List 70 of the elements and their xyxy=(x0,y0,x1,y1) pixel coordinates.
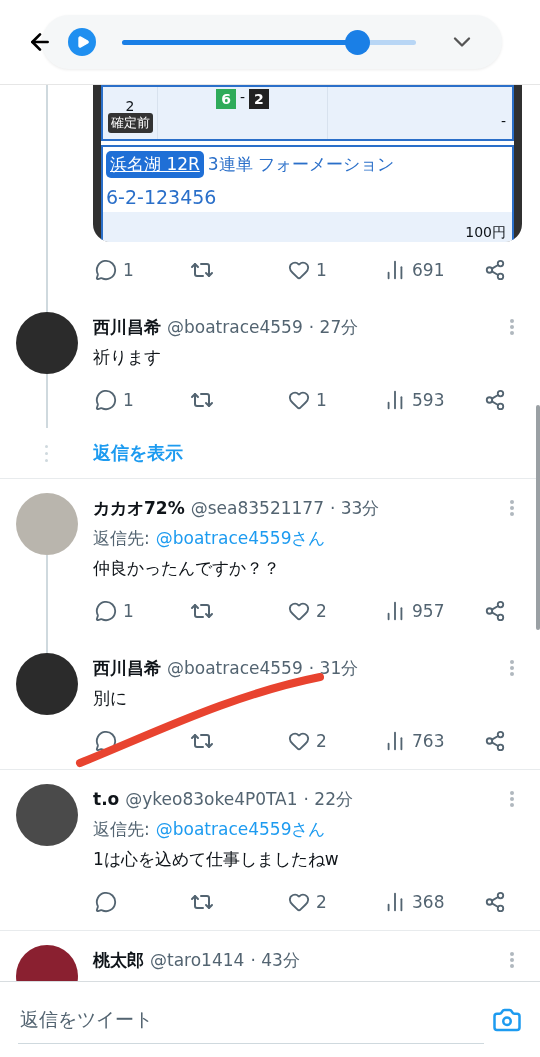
slider-thumb[interactable] xyxy=(345,29,371,55)
views-button[interactable]: 593 xyxy=(384,389,484,411)
race-number: 2 xyxy=(125,99,135,113)
reply-to-label: 返信先: xyxy=(93,817,150,841)
like-button[interactable]: 2 xyxy=(288,891,384,913)
views-button[interactable]: 691 xyxy=(384,259,484,281)
venue-link[interactable]: 浜名湖 12R xyxy=(106,151,204,178)
tweet-text: 別に xyxy=(93,686,128,710)
post-time: · 31分 xyxy=(308,656,359,680)
reply-input-field[interactable]: 返信をツイート xyxy=(18,995,484,1044)
like-button[interactable]: 1 xyxy=(288,259,384,281)
more-vertical-icon xyxy=(510,660,514,676)
post-time: · 33分 xyxy=(329,496,380,520)
play-icon xyxy=(76,35,90,49)
user-handle: @boatrace4559 xyxy=(167,658,303,678)
reply-button[interactable]: 1 xyxy=(95,600,190,622)
amount-text: 100円 xyxy=(465,224,506,242)
share-icon xyxy=(484,891,506,913)
more-vertical-icon xyxy=(510,319,514,335)
speech-bubble-icon xyxy=(95,600,117,622)
status-badge: 確定前 xyxy=(107,113,153,133)
reply-button[interactable]: 1 xyxy=(95,389,190,411)
speech-bubble-icon xyxy=(95,730,117,752)
bet-type-text: 3連単 フォーメーション xyxy=(207,153,395,176)
reply-button[interactable]: 1 xyxy=(95,259,190,281)
play-button[interactable] xyxy=(68,28,96,56)
views-button[interactable]: 368 xyxy=(384,891,484,913)
combination-text: 6-2-123456 xyxy=(105,185,218,210)
like-button[interactable]: 2 xyxy=(288,600,384,622)
more-vertical-icon xyxy=(510,791,514,807)
share-icon xyxy=(484,389,506,411)
user-handle: @boatrace4559 xyxy=(167,317,303,337)
like-button[interactable]: 2 xyxy=(288,730,384,752)
like-button[interactable]: 1 xyxy=(288,389,384,411)
user-handle: @taro1414 xyxy=(150,950,245,970)
tweet-text: 仲良かったんですか？？ xyxy=(93,556,281,580)
tweet-text: 1は心を込めて仕事しましたねw xyxy=(93,847,340,871)
speech-bubble-icon xyxy=(95,259,117,281)
share-icon xyxy=(484,259,506,281)
user-name[interactable]: カカオ72% xyxy=(93,496,185,520)
post-time: · 22分 xyxy=(303,787,353,811)
user-name[interactable]: 西川昌希 xyxy=(93,656,161,680)
post-time: · 27分 xyxy=(308,315,359,339)
result-number: 2 xyxy=(249,89,269,109)
scrollbar-thumb[interactable] xyxy=(536,405,540,630)
result-number: 6 xyxy=(216,89,236,109)
heart-icon xyxy=(288,259,310,281)
user-name[interactable]: 桃太郎 xyxy=(93,948,144,972)
user-handle: @ykeo83oke4P0TA1 xyxy=(125,789,298,809)
user-handle: @sea83521177 xyxy=(190,498,324,518)
user-name[interactable]: 西川昌希 xyxy=(93,315,161,339)
heart-icon xyxy=(288,600,310,622)
share-icon xyxy=(484,730,506,752)
more-vertical-icon xyxy=(510,500,514,516)
heart-icon xyxy=(288,389,310,411)
share-icon xyxy=(484,600,506,622)
post-time: · 43分 xyxy=(250,948,300,972)
tweet-text: 祈ります xyxy=(93,345,162,369)
payout-text: - xyxy=(500,113,506,129)
attached-image[interactable]: 2 確定前 6 - 2 - 浜名湖 12R 3連単 フォーメーション 6-2-123456 100円 xyxy=(93,85,522,242)
separator-text: - xyxy=(239,89,246,105)
heart-icon xyxy=(288,891,310,913)
more-vertical-icon xyxy=(510,952,514,968)
views-button[interactable]: 763 xyxy=(384,730,484,752)
heart-icon xyxy=(288,730,310,752)
reply-to-label: 返信先: xyxy=(93,526,150,550)
user-name[interactable]: t.o xyxy=(93,789,120,809)
speech-bubble-icon xyxy=(95,389,117,411)
speech-bubble-icon xyxy=(95,891,117,913)
views-button[interactable]: 957 xyxy=(384,600,484,622)
